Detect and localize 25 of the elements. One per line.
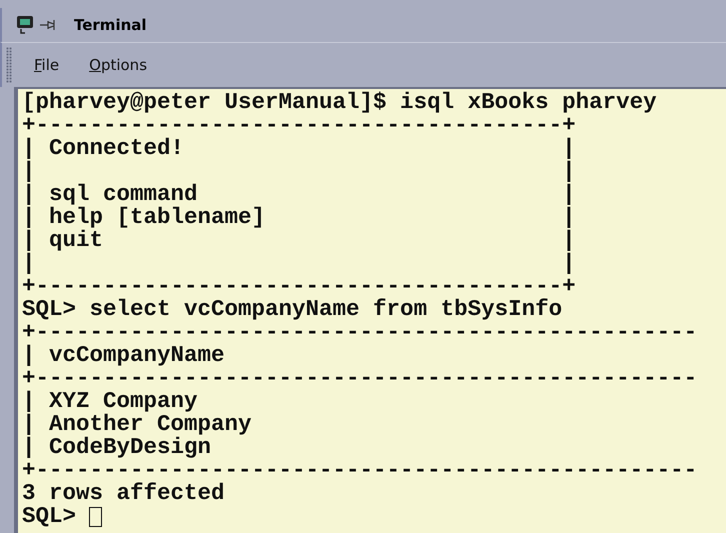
terminal-line: | quit | (22, 229, 576, 252)
monitor-icon (16, 15, 34, 35)
terminal-line: +---------------------------------------+ (22, 275, 576, 298)
terminal-line: | vcCompanyName (22, 344, 225, 367)
grip-handle[interactable] (6, 47, 12, 83)
terminal-line: SQL> select vcCompanyName from tbSysInfo (22, 298, 562, 321)
terminal-line: | sql command | (22, 183, 576, 206)
window-title: Terminal (74, 16, 147, 34)
terminal-line: +------------------------------------------------- (22, 367, 698, 390)
terminal-line: | | (22, 252, 576, 275)
terminal-line: | CodeByDesign (22, 436, 212, 459)
terminal-line: | | (22, 160, 576, 183)
terminal-line: +---------------------------------------+ (22, 114, 576, 137)
cursor-icon (89, 506, 102, 526)
terminal-line: [pharvey@peter UserManual]$ isql xBooks pharvey (22, 91, 657, 114)
terminal-line: | Another Company (22, 413, 252, 436)
terminal-line: | Connected! | (22, 137, 576, 160)
terminal-line: +------------------------------------------------- (22, 459, 698, 482)
terminal-line: | XYZ Company (22, 390, 198, 413)
menu-item[interactable]: Options (81, 52, 156, 78)
terminal-line: | help [tablename] | (22, 206, 576, 229)
terminal-line: +------------------------------------------------- (22, 321, 698, 344)
terminal-prompt: SQL> (22, 505, 76, 528)
menu-item[interactable]: File (26, 52, 68, 78)
terminal-line: 3 rows affected (22, 482, 225, 505)
